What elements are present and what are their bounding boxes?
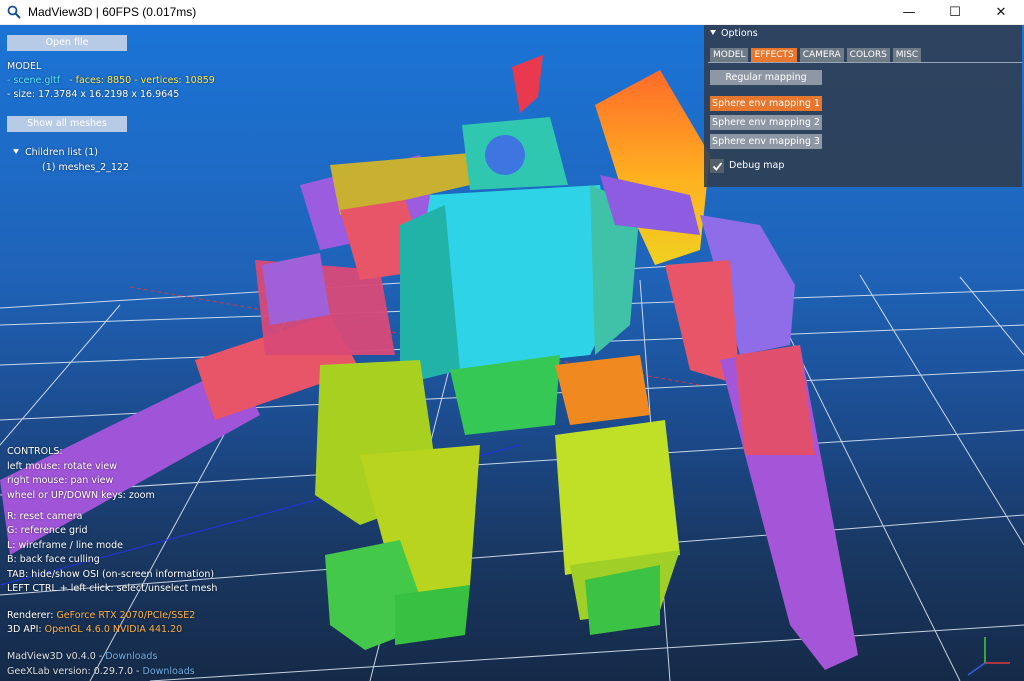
tab-model[interactable]: MODEL	[710, 48, 749, 62]
tab-divider	[708, 62, 1022, 63]
child-mesh-item[interactable]: (1) meshes_2_122	[42, 161, 129, 175]
controls-heading: CONTROLS:	[7, 446, 63, 457]
version-label: MadView3D v0.4.0	[7, 651, 96, 662]
minimize-button[interactable]: —	[886, 0, 932, 25]
checkmark-icon	[712, 161, 722, 171]
tab-camera[interactable]: CAMERA	[799, 48, 844, 62]
control-wheel: wheel or UP/DOWN keys: zoom	[7, 490, 155, 501]
api-line: 3D API: OpenGL 4.6.0 NVIDIA 441.20	[7, 623, 182, 637]
tab-misc[interactable]: MISC	[892, 48, 922, 62]
collapse-triangle-icon	[710, 30, 716, 35]
options-tabs: MODEL EFFECTS CAMERA COLORS MISC	[710, 48, 922, 62]
control-right-mouse: right mouse: pan view	[7, 475, 114, 486]
expand-triangle-icon	[13, 149, 19, 154]
geexlab-label: GeeXLab version: 0.29.7.0	[7, 666, 134, 677]
regular-mapping-button[interactable]: Regular mapping	[710, 70, 822, 85]
model-file-name: - scene.gltf	[7, 75, 61, 86]
magnifier-app-icon	[7, 5, 21, 19]
show-all-meshes-button[interactable]: Show all meshes	[7, 116, 127, 132]
model-heading: MODEL	[7, 61, 42, 72]
control-b: B: back face culling	[7, 554, 100, 565]
close-button[interactable]: ✕	[978, 0, 1024, 25]
tab-effects[interactable]: EFFECTS	[751, 48, 797, 62]
control-r: R: reset camera	[7, 511, 83, 522]
axis-gizmo	[967, 637, 1010, 676]
children-list-label: Children list (1)	[25, 147, 98, 158]
model-info-line: - scene.gltf - faces: 8850 - vertices: 1…	[7, 74, 215, 88]
model-stats: - faces: 8850 - vertices: 10859	[69, 75, 215, 86]
renderer-label: Renderer:	[7, 610, 54, 621]
api-value: OpenGL 4.6.0 NVIDIA 441.20	[44, 624, 183, 635]
downloads-link-geexlab[interactable]: Downloads	[143, 666, 195, 677]
options-panel: Options MODEL EFFECTS CAMERA COLORS MISC…	[704, 25, 1022, 187]
options-header[interactable]: Options	[710, 27, 758, 41]
window-title: MadView3D | 60FPS (0.017ms)	[28, 5, 197, 19]
open-file-button[interactable]: Open file	[7, 35, 127, 51]
version-line: MadView3D v0.4.0 - Downloads	[7, 651, 158, 662]
downloads-link-madview[interactable]: Downloads	[105, 651, 157, 662]
debug-map-label: Debug map	[729, 160, 785, 171]
control-l: L: wireframe / line mode	[7, 540, 123, 551]
control-ctrl: LEFT CTRL + left click: select/unselect …	[7, 583, 218, 594]
debug-map-checkbox[interactable]	[710, 159, 724, 173]
api-label: 3D API:	[7, 624, 42, 635]
window-title-bar[interactable]: MadView3D | 60FPS (0.017ms) — ☐ ✕	[0, 0, 1024, 25]
maximize-button[interactable]: ☐	[932, 0, 978, 25]
sphere-env-mapping-1-button[interactable]: Sphere env mapping 1	[710, 96, 822, 111]
geexlab-line: GeeXLab version: 0.29.7.0 - Downloads	[7, 666, 195, 677]
options-title: Options	[721, 28, 758, 39]
tab-colors[interactable]: COLORS	[846, 48, 890, 62]
control-left-mouse: left mouse: rotate view	[7, 461, 118, 472]
control-tab: TAB: hide/show OSI (on-screen informatio…	[7, 569, 215, 580]
sphere-env-mapping-3-button[interactable]: Sphere env mapping 3	[710, 134, 822, 149]
renderer-line: Renderer: GeForce RTX 2070/PCIe/SSE2	[7, 609, 195, 623]
children-list-toggle[interactable]: Children list (1)	[13, 146, 98, 160]
renderer-value: GeForce RTX 2070/PCIe/SSE2	[56, 610, 196, 621]
model-size: - size: 17.3784 x 16.2198 x 16.9645	[7, 89, 180, 100]
sphere-env-mapping-2-button[interactable]: Sphere env mapping 2	[710, 115, 822, 130]
control-g: G: reference grid	[7, 525, 88, 536]
